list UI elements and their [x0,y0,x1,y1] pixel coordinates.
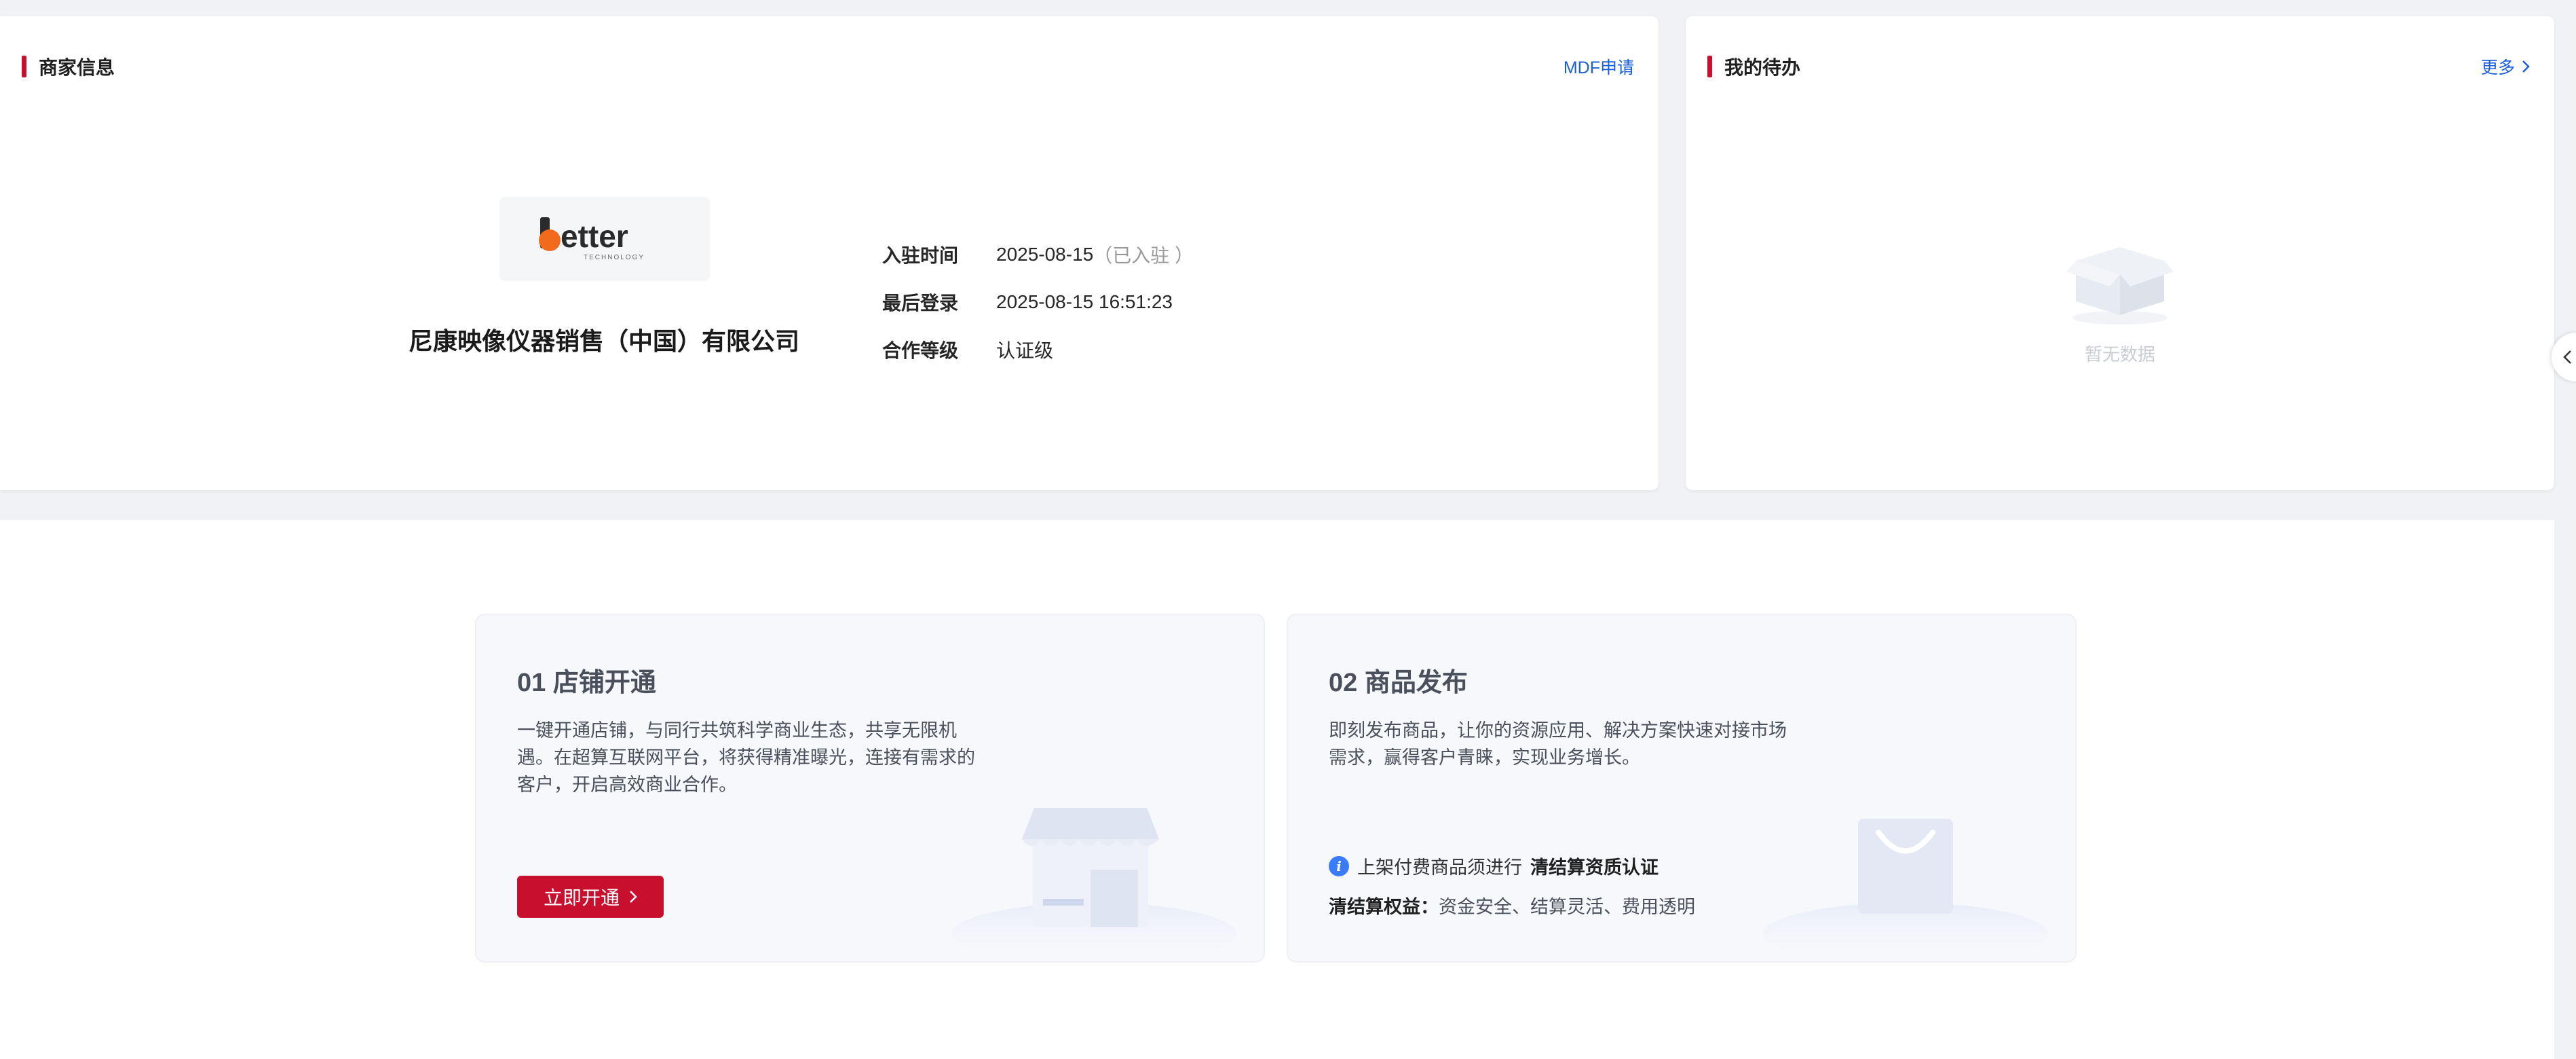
step-card-store: 01 店铺开通 一键开通店铺，与同行共筑科学商业生态，共享无限机遇。在超算互联网… [475,614,1265,963]
settlement-notice: i 上架付费商品须进行 清结算资质认证 [1329,853,1659,879]
empty-box-icon [2066,247,2174,324]
settlement-benefit: 清结算权益：资金安全、结算灵活、费用透明 [1329,892,1695,918]
open-store-label: 立即开通 [543,887,620,908]
sidebar-collapse-toggle[interactable] [2552,333,2576,382]
empty-state: 暂无数据 [1686,234,2554,366]
info-row-level: 合作等级 认证级 [882,326,1194,373]
merchant-logo: etter TECHNOLOGY [499,197,710,281]
info-row-join-date: 入驻时间 2025-08-15 （已入驻 ） [882,231,1194,278]
join-status-note: （已入驻 ） [1093,245,1194,266]
chevron-right-icon [630,891,637,903]
title-accent-bar [1707,56,1712,77]
merchant-info-list: 入驻时间 2025-08-15 （已入驻 ） 最后登录 2025-08-15 1… [882,231,1194,373]
join-date-label: 入驻时间 [882,245,959,266]
todo-card: 我的待办 更多 暂无数据 [1686,16,2554,490]
merchant-card-title: 商家信息 [22,53,115,80]
step-card-product: 02 商品发布 即刻发布商品，让你的资源应用、解决方案快速对接市场需求，赢得客户… [1287,614,2077,963]
chevron-left-icon [2563,350,2571,364]
page-root: 商家信息 MDF申请 etter TECHNOLOGY 尼康映像仪器销售（中国）… [0,0,2576,1059]
todo-card-header: 我的待办 更多 [1707,52,2530,81]
info-row-last-login: 最后登录 2025-08-15 16:51:23 [882,278,1194,326]
level-value: 认证级 [996,340,1054,361]
join-date-value: 2025-08-15 [996,244,1094,265]
store-step-desc: 一键开通店铺，与同行共筑科学商业生态，共享无限机遇。在超算互联网平台，将获得精准… [517,720,975,795]
more-link[interactable]: 更多 [2481,54,2530,79]
company-name: 尼康映像仪器销售（中国）有限公司 [408,327,799,355]
product-step-desc: 即刻发布商品，让你的资源应用、解决方案快速对接市场需求，赢得客户青睐，实现业务增… [1329,720,1787,768]
product-step-title: 02 商品发布 [1329,669,1468,697]
onboarding-panel: 01 店铺开通 一键开通店铺，与同行共筑科学商业生态，共享无限机遇。在超算互联网… [0,520,2554,1059]
title-accent-bar [22,56,26,77]
todo-card-title: 我的待办 [1707,53,1800,80]
logo-subtitle: TECHNOLOGY [584,254,645,261]
level-label: 合作等级 [882,340,959,361]
info-icon: i [1329,855,1349,876]
notice-bold: 清结算资质认证 [1530,857,1659,878]
more-link-label: 更多 [2480,58,2515,77]
merchant-title-text: 商家信息 [39,57,115,78]
last-login-label: 最后登录 [882,293,959,314]
chevron-right-icon [2522,60,2530,73]
last-login-value: 2025-08-15 16:51:23 [996,291,1173,312]
open-store-button[interactable]: 立即开通 [517,876,664,918]
store-step-title: 01 店铺开通 [517,669,656,697]
mdf-apply-link[interactable]: MDF申请 [1564,54,1634,79]
benefit-label: 清结算权益： [1329,897,1439,917]
storefront-icon [951,808,1236,961]
logo-wordmark: etter [561,219,628,254]
notice-prefix: 上架付费商品须进行 [1357,857,1522,878]
empty-text: 暂无数据 [2084,344,2155,365]
todo-title-text: 我的待办 [1724,57,1801,78]
merchant-info-card: 商家信息 MDF申请 etter TECHNOLOGY 尼康映像仪器销售（中国）… [0,16,1659,490]
shopping-bag-icon [1763,819,2048,961]
better-logo-icon: etter TECHNOLOGY [539,217,645,261]
benefit-text: 资金安全、结算灵活、费用透明 [1439,897,1695,917]
merchant-card-header: 商家信息 MDF申请 [22,52,1634,81]
